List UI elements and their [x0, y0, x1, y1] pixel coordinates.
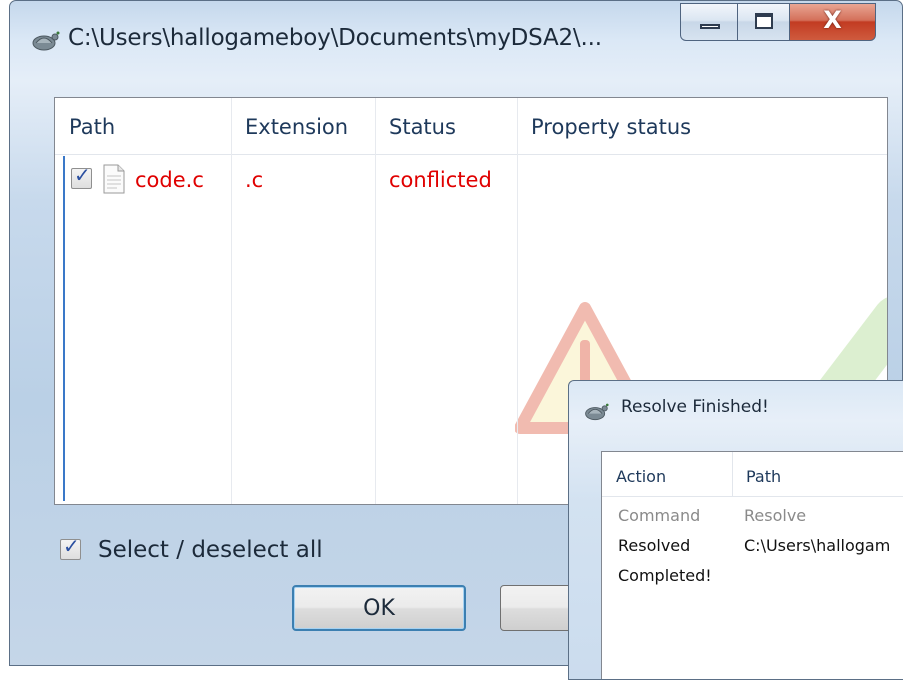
title-bar[interactable]: C:\Users\hallogameboy\Documents\myDSA2\.… — [10, 1, 902, 83]
cell-action: Command — [618, 506, 701, 525]
ok-button[interactable]: OK — [292, 585, 466, 631]
ok-button-label: OK — [363, 596, 395, 621]
cell-status: conflicted — [389, 168, 492, 192]
cell-path: Resolve — [744, 506, 807, 525]
focus-indicator — [63, 156, 65, 501]
text-file-icon — [103, 164, 125, 194]
column-header-property-status[interactable]: Property status — [517, 98, 887, 154]
minimize-icon — [700, 24, 720, 29]
tortoise-icon — [585, 403, 609, 421]
cell-extension: .c — [245, 168, 264, 192]
select-all-box[interactable]: ✓ — [60, 534, 81, 560]
column-header-status[interactable]: Status — [375, 98, 517, 154]
resolve-output-list[interactable]: Action Path Command Resolve Resolved C:\… — [601, 451, 903, 679]
caption-buttons: X — [680, 3, 876, 43]
table-row[interactable]: ✓ code.c .c conflicted — [55, 156, 887, 200]
maximize-icon — [755, 13, 773, 29]
resolve-finished-dialog: Resolve Finished! Action Path Command Re… — [568, 380, 903, 680]
cell-path: code.c — [135, 168, 204, 192]
select-all-label: Select / deselect all — [98, 537, 323, 563]
checkmark-icon: ✓ — [63, 534, 80, 558]
column-header-path[interactable]: Path — [55, 98, 231, 154]
cell-action: Resolved — [618, 536, 691, 555]
close-button[interactable]: X — [790, 3, 876, 41]
header-divider — [602, 496, 903, 497]
select-all-checkbox[interactable]: ✓ Select / deselect all — [56, 533, 336, 567]
minimize-button[interactable] — [680, 3, 738, 41]
close-icon: X — [823, 6, 842, 34]
cell-path: C:\Users\hallogam — [744, 536, 891, 555]
list-header: Path Extension Status Property status — [55, 98, 887, 155]
maximize-button[interactable] — [738, 3, 790, 41]
row-checkbox[interactable]: ✓ — [71, 163, 92, 189]
dialog-title: Resolve Finished! — [621, 397, 769, 417]
tortoise-icon — [32, 31, 60, 51]
window-title: C:\Users\hallogameboy\Documents\myDSA2\.… — [68, 25, 602, 51]
column-header-extension[interactable]: Extension — [231, 98, 375, 154]
cell-action: Completed! — [618, 566, 712, 585]
column-header-action[interactable]: Action — [602, 452, 732, 496]
column-header-path[interactable]: Path — [732, 452, 903, 496]
checkmark-icon: ✓ — [74, 163, 91, 187]
